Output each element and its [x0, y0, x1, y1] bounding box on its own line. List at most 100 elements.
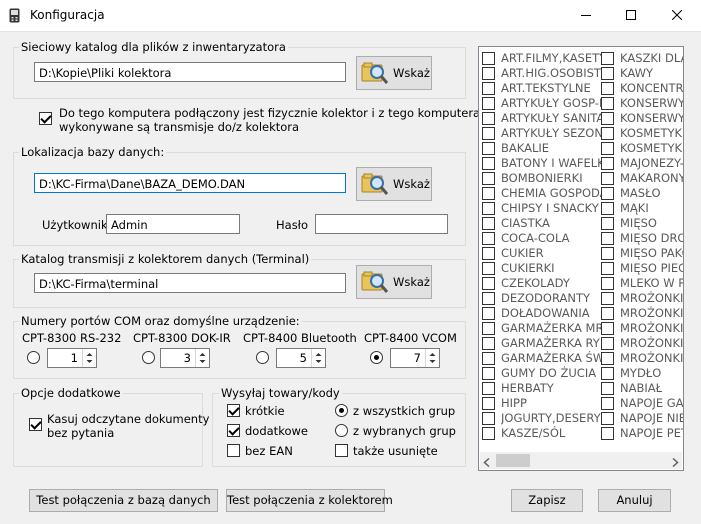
cancel-button[interactable]: Anuluj [598, 489, 671, 512]
group-checkbox[interactable] [482, 262, 495, 275]
group-list-item[interactable]: MIĘSO [601, 216, 683, 231]
group-checkbox[interactable] [601, 97, 614, 110]
group-list-item[interactable]: GARMAŻERKA ŚWII [482, 351, 602, 366]
group-checkbox[interactable] [482, 397, 495, 410]
group-checkbox[interactable] [482, 352, 495, 365]
group-list-item[interactable]: ART.FILMY,KASETY [482, 51, 602, 66]
group-list-item[interactable]: CUKIER [482, 246, 602, 261]
group-list-item[interactable]: ART.HIG.OSOBISTE [482, 66, 602, 81]
group-checkbox[interactable] [601, 52, 614, 65]
group-checkbox[interactable] [601, 232, 614, 245]
group-list-item[interactable]: HERBATY [482, 381, 602, 396]
spinner-arrows-icon[interactable] [195, 349, 209, 367]
group-list-item[interactable]: DOŁADOWANIA [482, 306, 602, 321]
group-checkbox[interactable] [601, 157, 614, 170]
group-checkbox[interactable] [482, 172, 495, 185]
scroll-right-icon[interactable] [671, 456, 679, 470]
group-checkbox[interactable] [482, 382, 495, 395]
group-list-item[interactable]: MIĘSO PIEC [601, 261, 683, 276]
group-checkbox[interactable] [482, 82, 495, 95]
physical-collector-checkbox[interactable] [39, 112, 52, 125]
group-checkbox[interactable] [482, 142, 495, 155]
group-checkbox[interactable] [601, 82, 614, 95]
no-ean-checkbox[interactable] [227, 444, 240, 457]
port-spinner-rs232[interactable]: 1 [47, 348, 97, 368]
group-list-item[interactable]: MROŻONKI-I [601, 291, 683, 306]
group-checkbox[interactable] [482, 157, 495, 170]
group-checkbox[interactable] [482, 427, 495, 440]
group-list-item[interactable]: MIĘSO PAKC [601, 246, 683, 261]
group-list-item[interactable]: CHEMIA GOSPODAR [482, 186, 602, 201]
group-list-item[interactable]: ART.TEKSTYLNE [482, 81, 602, 96]
group-list-item[interactable]: BATONY I WAFELKI [482, 156, 602, 171]
group-list-item[interactable]: KASZKI DLA [601, 51, 683, 66]
group-checkbox[interactable] [482, 322, 495, 335]
delete-documents-checkbox[interactable] [29, 418, 42, 431]
device-radio-vcom[interactable] [370, 351, 383, 364]
group-list-item[interactable]: MROŻONKI-I [601, 336, 683, 351]
group-checkbox[interactable] [601, 262, 614, 275]
group-checkbox[interactable] [482, 337, 495, 350]
group-list-item[interactable]: MASŁO [601, 186, 683, 201]
transmission-browse-button[interactable]: Wskaż [356, 265, 432, 299]
spinner-arrows-icon[interactable] [82, 349, 96, 367]
group-list-item[interactable]: MAJONEZY-S [601, 156, 683, 171]
group-list-item[interactable]: NAPOJE PET [601, 426, 683, 441]
group-checkbox[interactable] [482, 277, 495, 290]
group-list-item[interactable]: CUKIERKI [482, 261, 602, 276]
inventory-path-input[interactable]: D:\Kopie\Pliki kolektora [34, 62, 346, 82]
close-button[interactable] [654, 0, 700, 31]
group-list-item[interactable]: NAPOJE NIE [601, 411, 683, 426]
group-checkbox[interactable] [482, 412, 495, 425]
product-groups-checklist[interactable]: ART.FILMY,KASETY ART.HIG.OSOBISTE ART.TEKS… [478, 46, 684, 471]
group-checkbox[interactable] [482, 112, 495, 125]
horizontal-scrollbar[interactable] [480, 452, 682, 469]
spinner-arrows-icon[interactable] [311, 349, 325, 367]
group-checkbox[interactable] [482, 97, 495, 110]
user-input[interactable]: Admin [106, 214, 240, 234]
inventory-browse-button[interactable]: Wskaż [356, 56, 432, 90]
group-checkbox[interactable] [601, 367, 614, 380]
group-list-item[interactable]: ARTYKUŁY GOSP-P [482, 96, 602, 111]
group-checkbox[interactable] [601, 187, 614, 200]
port-spinner-bluetooth[interactable]: 5 [276, 348, 326, 368]
group-list-item[interactable]: ARTYKUŁY SEZONC [482, 126, 602, 141]
group-checkbox[interactable] [601, 172, 614, 185]
deleted-too-checkbox[interactable] [335, 444, 348, 457]
group-checkbox[interactable] [601, 397, 614, 410]
group-list-item[interactable]: MYDŁO [601, 366, 683, 381]
group-list-item[interactable]: BOMBONIERKI [482, 171, 602, 186]
group-list-item[interactable]: MLEKO W PI [601, 276, 683, 291]
group-list-item[interactable]: KAWY [601, 66, 683, 81]
scroll-thumb[interactable] [496, 454, 530, 467]
group-checkbox[interactable] [482, 67, 495, 80]
port-spinner-dokir[interactable]: 3 [160, 348, 210, 368]
group-list-item[interactable]: MROŻONKI-I [601, 321, 683, 336]
group-list-item[interactable]: MROŻONKI-I [601, 351, 683, 366]
device-radio-rs232[interactable] [27, 351, 40, 364]
group-checkbox[interactable] [601, 427, 614, 440]
group-checkbox[interactable] [601, 112, 614, 125]
group-checkbox[interactable] [482, 247, 495, 260]
group-checkbox[interactable] [601, 247, 614, 260]
group-checkbox[interactable] [482, 367, 495, 380]
group-list-item[interactable]: JOGURTY,DESERY [482, 411, 602, 426]
test-database-connection-button[interactable]: Test połączenia z bazą danych [29, 489, 218, 512]
group-list-item[interactable]: DEZODORANTY [482, 291, 602, 306]
short-codes-checkbox[interactable] [227, 404, 240, 417]
group-checkbox[interactable] [482, 307, 495, 320]
group-list-item[interactable]: GUMY DO ŻUCIA [482, 366, 602, 381]
group-list-item[interactable]: ARTYKUŁY SANITA [482, 111, 602, 126]
group-list-item[interactable]: NAPOJE GAZ [601, 396, 683, 411]
group-checkbox[interactable] [601, 277, 614, 290]
group-list-item[interactable]: MROŻONKI-I [601, 306, 683, 321]
device-radio-bluetooth[interactable] [256, 351, 269, 364]
group-checkbox[interactable] [482, 52, 495, 65]
group-list-item[interactable]: KASZE/SÓL [482, 426, 602, 441]
group-list-item[interactable]: KOSMETYKI [601, 126, 683, 141]
group-list-item[interactable]: CIASTKA [482, 216, 602, 231]
group-checkbox[interactable] [601, 352, 614, 365]
group-list-item[interactable]: KONCENTRA [601, 81, 683, 96]
group-list-item[interactable]: KOSMETYKI [601, 141, 683, 156]
database-path-input[interactable]: D:\KC-Firma\Dane\BAZA_DEMO.DAN [34, 173, 346, 193]
